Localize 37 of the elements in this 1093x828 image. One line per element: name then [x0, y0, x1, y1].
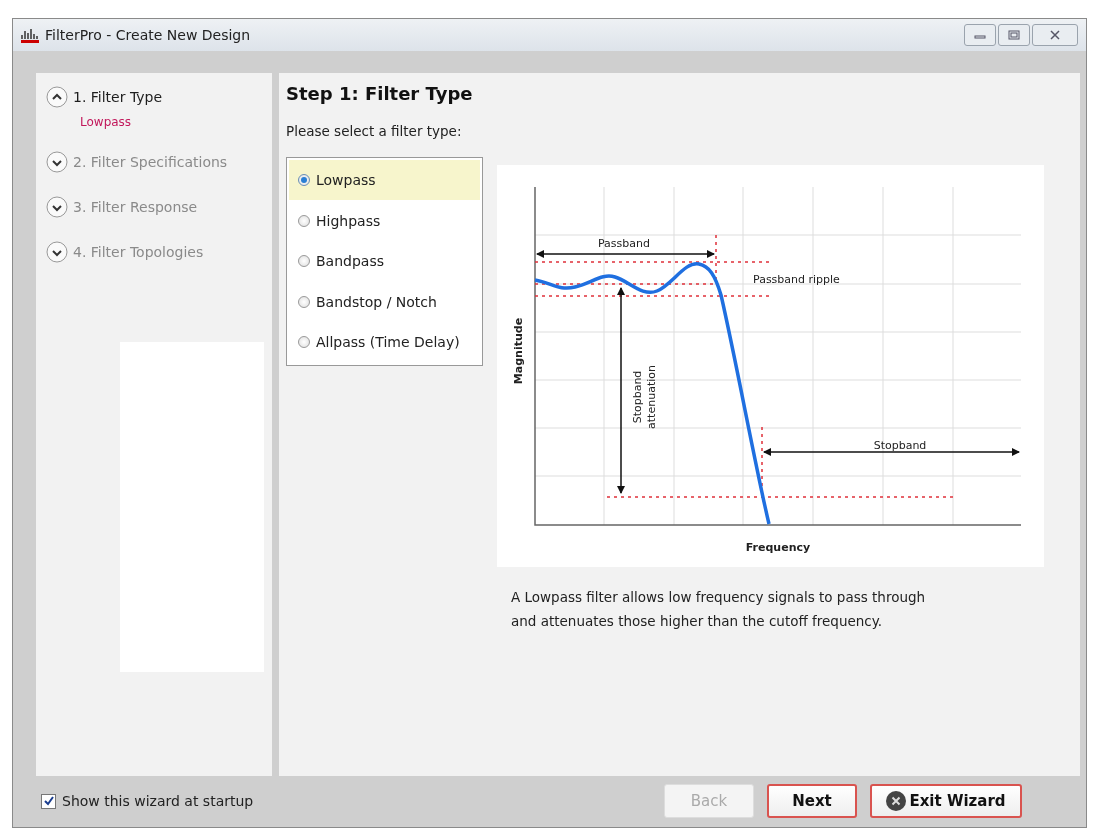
filter-description: A Lowpass filter allows low frequency signals to pass through and attenuates those higher than the cutoff frequency. — [511, 587, 927, 631]
radio-button-icon — [298, 295, 310, 308]
passband-ripple-label: Passband ripple — [753, 272, 840, 286]
filter-type-option[interactable]: Highpass — [289, 200, 480, 241]
radio-button-icon — [298, 173, 310, 186]
chevron-down-icon — [46, 240, 68, 263]
stopband-label: Stopband — [873, 438, 927, 452]
checkmark-icon — [43, 796, 54, 807]
startup-checkbox[interactable]: Show this wizard at startup — [41, 793, 664, 810]
chevron-up-icon — [46, 85, 68, 108]
radio-button-icon — [298, 214, 310, 227]
radio-button-icon — [298, 255, 310, 268]
next-button[interactable]: Next — [767, 784, 857, 819]
wizard-step[interactable]: 1. Filter Type — [46, 84, 272, 109]
chevron-down-icon — [46, 195, 68, 218]
close-circle-icon — [886, 791, 907, 812]
prompt-text: Please select a filter type: — [286, 122, 463, 139]
minimize-button[interactable] — [964, 23, 996, 46]
close-icon — [1049, 29, 1061, 40]
radio-button-icon — [298, 336, 310, 349]
window-title: FilterPro - Create New Design — [45, 26, 252, 43]
filter-type-option[interactable]: Bandpass — [289, 240, 480, 282]
chevron-down-icon — [46, 150, 68, 173]
filter-type-option[interactable]: Allpass (Time Delay) — [289, 322, 480, 363]
filter-type-option[interactable]: Bandstop / Notch — [289, 281, 480, 322]
magnitude-axis-label: Magnitude — [512, 317, 525, 384]
frequency-axis-label: Frequency — [745, 540, 811, 554]
exit-wizard-button[interactable]: Exit Wizard — [870, 784, 1022, 819]
step-summary: Lowpass — [80, 114, 133, 129]
passband-label: Passband — [598, 236, 650, 250]
waveform-logo-icon — [21, 26, 39, 43]
maximize-icon — [1008, 29, 1020, 40]
close-button[interactable] — [1032, 23, 1078, 46]
filter-type-option[interactable]: Lowpass — [289, 159, 480, 201]
step-heading: Step 1: Filter Type — [286, 82, 474, 104]
maximize-button[interactable] — [998, 23, 1030, 46]
stopband-attenuation-label: Stopband attenuation — [631, 364, 658, 429]
